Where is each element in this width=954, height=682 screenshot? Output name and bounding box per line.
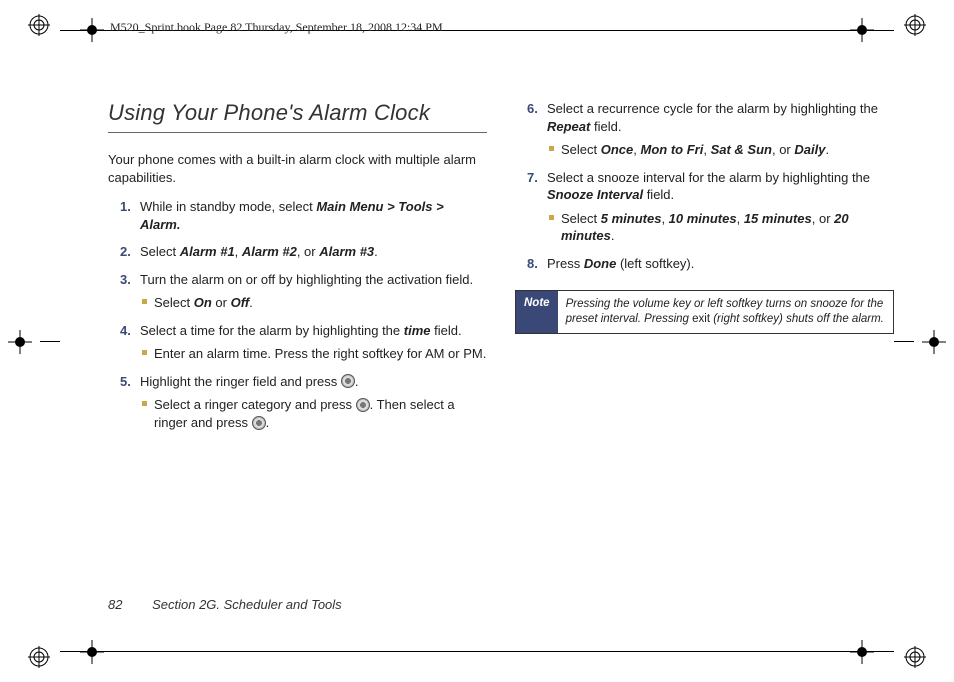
crop-mark-icon [922,330,946,354]
steps-list: 6. Select a recurrence cycle for the ala… [515,100,894,272]
step-bold: Alarm #1 [180,244,235,259]
substep-bold: Mon to Fri [641,142,704,157]
substep-text: , or [772,142,794,157]
page-number: 82 [108,597,122,612]
section-label: Section 2G. Scheduler and Tools [152,597,342,612]
step-bold: Snooze Interval [547,187,643,202]
step-text: Turn the alarm on or off by highlighting… [140,272,473,287]
substep: Select Once, Mon to Fri, Sat & Sun, or D… [547,141,894,159]
note-box: Note Pressing the volume key or left sof… [515,290,894,334]
nav-key-icon [341,374,355,388]
substep-text: Select a ringer category and press [154,397,356,412]
note-text: (right softkey) shuts off the alarm. [710,313,884,325]
section-title: Using Your Phone's Alarm Clock [108,100,487,133]
step-number: 4. [120,322,131,340]
registration-mark-icon [904,14,926,36]
step-text: Select [140,244,180,259]
step-text: Press [547,256,584,271]
crop-line [60,651,894,652]
substep-bold: Once [601,142,634,157]
substep-text: Enter an alarm time. Press the right sof… [154,346,486,361]
substep-bold: Off [231,295,250,310]
step-8: 8. Press Done (left softkey). [533,255,894,273]
substep-text: , [737,211,744,226]
step-text: Highlight the ringer field and press [140,374,341,389]
substep-text: . [266,415,270,430]
substep-text: , or [812,211,834,226]
page-footer: 82 Section 2G. Scheduler and Tools [108,597,342,612]
substep-text: , [703,142,710,157]
step-bold: Alarm #3 [319,244,374,259]
step-5: 5. Highlight the ringer field and press … [126,373,487,432]
intro-text: Your phone comes with a built-in alarm c… [108,151,487,186]
substep-text: Select [154,295,194,310]
step-number: 1. [120,198,131,216]
substep-bold: On [194,295,212,310]
step-6: 6. Select a recurrence cycle for the ala… [533,100,894,159]
substep-text: , [661,211,668,226]
step-text: While in standby mode, select [140,199,316,214]
substep-text: . [611,228,615,243]
step-number: 6. [527,100,538,118]
substep: Enter an alarm time. Press the right sof… [140,345,487,363]
step-bold: Repeat [547,119,590,134]
note-upright: exit [692,313,710,325]
step-text: (left softkey). [616,256,694,271]
substep: Select 5 minutes, 10 minutes, 15 minutes… [547,210,894,245]
crop-mark-icon [850,640,874,664]
substep-bold: 10 minutes [669,211,737,226]
note-body: Pressing the volume key or left softkey … [558,291,893,333]
substep-text: , [633,142,640,157]
substep-text: . [249,295,253,310]
registration-mark-icon [28,646,50,668]
nav-key-icon [356,398,370,412]
substep: Select On or Off. [140,294,487,312]
crop-tick [40,341,60,342]
steps-list: 1. While in standby mode, select Main Me… [108,198,487,431]
step-text: field. [431,323,462,338]
step-text: , or [297,244,319,259]
step-text: Select a recurrence cycle for the alarm … [547,101,878,116]
note-label: Note [516,291,558,333]
substep-text: Select [561,142,601,157]
step-text: field. [590,119,621,134]
step-bold: Alarm #2 [242,244,297,259]
step-text: Select a time for the alarm by highlight… [140,323,404,338]
step-bold: time [404,323,431,338]
substep-bold: Sat & Sun [711,142,772,157]
right-column: 6. Select a recurrence cycle for the ala… [515,100,894,602]
step-3: 3. Turn the alarm on or off by highlight… [126,271,487,312]
registration-mark-icon [904,646,926,668]
step-1: 1. While in standby mode, select Main Me… [126,198,487,233]
step-number: 8. [527,255,538,273]
step-text: , [235,244,242,259]
step-number: 5. [120,373,131,391]
crop-tick [894,341,914,342]
registration-mark-icon [28,14,50,36]
substep-text: . [825,142,829,157]
step-2: 2. Select Alarm #1, Alarm #2, or Alarm #… [126,243,487,261]
step-number: 7. [527,169,538,187]
page-content: Using Your Phone's Alarm Clock Your phon… [108,100,894,602]
step-bold: Done [584,256,617,271]
substep-text: Select [561,211,601,226]
page-header: M520_Sprint.book Page 82 Thursday, Septe… [110,20,443,35]
step-text: field. [643,187,674,202]
substep-bold: Daily [794,142,825,157]
step-text: Select a snooze interval for the alarm b… [547,170,870,185]
substep-bold: 15 minutes [744,211,812,226]
crop-mark-icon [8,330,32,354]
step-7: 7. Select a snooze interval for the alar… [533,169,894,245]
substep: Select a ringer category and press . The… [140,396,487,431]
crop-mark-icon [80,640,104,664]
substep-bold: 5 minutes [601,211,662,226]
left-column: Using Your Phone's Alarm Clock Your phon… [108,100,487,602]
step-number: 3. [120,271,131,289]
step-number: 2. [120,243,131,261]
step-text: . [355,374,359,389]
step-4: 4. Select a time for the alarm by highli… [126,322,487,363]
nav-key-icon [252,416,266,430]
substep-text: or [212,295,231,310]
step-text: . [374,244,378,259]
